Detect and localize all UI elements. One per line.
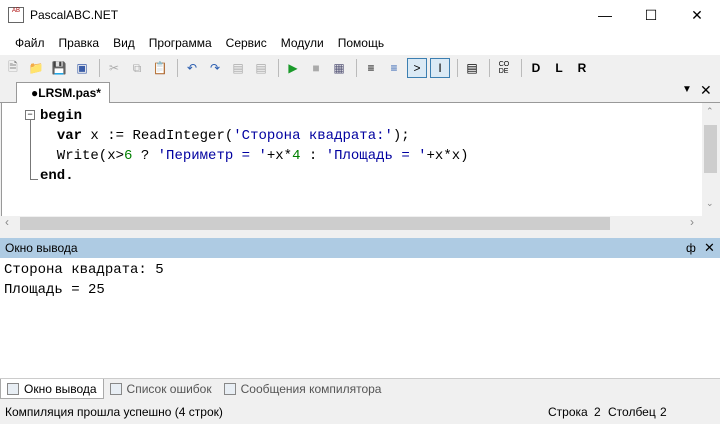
code-token: Write(x> <box>40 148 125 164</box>
compile-icon[interactable]: ▦ <box>329 58 349 78</box>
close-output-icon[interactable]: ✕ <box>704 238 715 258</box>
tab-compiler-messages[interactable]: Сообщения компилятора <box>218 379 388 399</box>
toolbar: 🗎 📁 💾 ▣ ✂ ⧉ 📋 ↶ ↷ ▤ ▤ ▶ ■ ▦ ≡ ≡ > I ▤ CO… <box>0 55 720 81</box>
status-message: Компиляция прошла успешно (4 строк) <box>5 405 223 419</box>
tab-lrsm-pas[interactable]: ●LRSM.pas* <box>16 82 110 104</box>
toolbar-separator <box>99 59 100 77</box>
col-label: Столбец <box>608 405 656 419</box>
toolbar-separator <box>457 59 458 77</box>
maximize-button[interactable]: ☐ <box>628 0 674 30</box>
doc-d-icon[interactable]: D <box>526 58 546 78</box>
open-folder-icon[interactable]: 📁 <box>26 58 46 78</box>
menu-service[interactable]: Сервис <box>219 36 274 50</box>
app-icon: AB <box>8 7 24 23</box>
code-line: var x := ReadInteger('Сторона квадрата:'… <box>40 126 410 146</box>
copy-icon[interactable]: ⧉ <box>127 58 147 78</box>
step-into-icon[interactable]: ≡ <box>361 58 381 78</box>
code-token: ); <box>392 128 410 144</box>
bottom-tabs: Окно вывода Список ошибок Сообщения комп… <box>0 378 720 399</box>
redo-icon[interactable]: ↷ <box>205 58 225 78</box>
format-icon[interactable]: ▤ <box>462 58 482 78</box>
menu-file[interactable]: Файл <box>8 36 52 50</box>
new-file-icon[interactable]: 🗎 <box>3 58 23 78</box>
title-bar: AB PascalABC.NET — ☐ ✕ <box>0 0 720 30</box>
output-window-icon <box>7 382 19 395</box>
output-panel-header: Окно вывода ф ✕ <box>0 238 720 258</box>
output-panel-title: Окно вывода <box>5 241 78 255</box>
editor-tab-strip: ●LRSM.pas* ▼ ✕ <box>0 81 720 104</box>
scroll-right-icon[interactable]: › <box>690 215 694 229</box>
code-token: 'Площадь = ' <box>325 148 427 164</box>
close-tab-icon[interactable]: ✕ <box>700 82 712 99</box>
tab-label: Сообщения компилятора <box>240 382 382 396</box>
menu-modules[interactable]: Модули <box>274 36 331 50</box>
code-icon[interactable]: CO DE <box>494 58 514 78</box>
tab-list-dropdown-icon[interactable]: ▼ <box>682 84 692 95</box>
pin-icon[interactable]: ф <box>686 238 696 258</box>
toolbar-separator <box>278 59 279 77</box>
code-token: x := ReadInteger( <box>82 128 234 144</box>
output-window-icon[interactable]: > <box>407 58 427 78</box>
code-line: end. <box>40 166 74 186</box>
scroll-up-icon[interactable]: ⌃ <box>706 106 714 117</box>
tab-label: Окно вывода <box>24 381 97 396</box>
code-token: var <box>56 128 83 144</box>
row-label: Строка <box>548 405 588 419</box>
input-window-icon[interactable]: I <box>430 58 450 78</box>
menu-edit[interactable]: Правка <box>52 36 107 50</box>
undo-icon[interactable]: ↶ <box>182 58 202 78</box>
col-value: 2 <box>660 405 667 419</box>
step-over-icon[interactable]: ≡ <box>384 58 404 78</box>
code-token: 'Сторона квадрата:' <box>233 128 393 144</box>
code-token: 'Периметр = ' <box>157 148 267 164</box>
fold-end <box>30 179 38 180</box>
close-button[interactable]: ✕ <box>674 0 720 30</box>
row-value: 2 <box>594 405 601 419</box>
fold-collapse-icon[interactable]: − <box>25 110 35 120</box>
horizontal-scroll-thumb[interactable] <box>20 217 610 230</box>
vertical-scroll-thumb[interactable] <box>704 125 717 173</box>
code-token: +x*x) <box>426 148 469 164</box>
tab-output-window[interactable]: Окно вывода <box>0 379 104 399</box>
toolbar-separator <box>489 59 490 77</box>
scroll-left-icon[interactable]: ‹ <box>5 215 9 229</box>
cut-icon[interactable]: ✂ <box>104 58 124 78</box>
window-title: PascalABC.NET <box>30 8 119 22</box>
status-bar: Компиляция прошла успешно (4 строк) Стро… <box>0 400 720 424</box>
code-line: Write(x>6 ? 'Периметр = '+x*4 : 'Площадь… <box>40 146 469 166</box>
code-line: begin <box>40 106 82 126</box>
run-icon[interactable]: ▶ <box>283 58 303 78</box>
minimize-button[interactable]: — <box>582 0 628 30</box>
error-list-icon <box>109 383 122 395</box>
toolbar-separator <box>521 59 522 77</box>
doc-r-icon[interactable]: R <box>572 58 592 78</box>
code-token: : <box>300 148 326 164</box>
code-token: begin <box>40 108 83 124</box>
save-all-icon[interactable]: ▣ <box>72 58 92 78</box>
menu-bar: Файл Правка Вид Программа Сервис Модули … <box>0 30 720 55</box>
save-icon[interactable]: 💾 <box>49 58 69 78</box>
menu-help[interactable]: Помощь <box>331 36 391 50</box>
menu-view[interactable]: Вид <box>106 36 142 50</box>
tab-label: Список ошибок <box>126 382 212 396</box>
tab-error-list[interactable]: Список ошибок <box>104 379 218 399</box>
menu-program[interactable]: Программа <box>142 36 219 50</box>
compiler-messages-icon <box>223 383 236 395</box>
code-token: ? <box>132 148 158 164</box>
output-line: Сторона квадрата: 5 <box>4 262 164 278</box>
fold-line <box>30 112 31 180</box>
stop-icon[interactable]: ■ <box>306 58 326 78</box>
forward-icon[interactable]: ▤ <box>251 58 271 78</box>
scroll-down-icon[interactable]: ⌄ <box>706 198 714 209</box>
doc-l-icon[interactable]: L <box>549 58 569 78</box>
code-token: end. <box>40 168 74 184</box>
code-token: +x* <box>266 148 293 164</box>
paste-icon[interactable]: 📋 <box>150 58 170 78</box>
back-icon[interactable]: ▤ <box>228 58 248 78</box>
toolbar-separator <box>177 59 178 77</box>
output-line: Площадь = 25 <box>4 282 105 298</box>
toolbar-separator <box>356 59 357 77</box>
output-window[interactable]: Сторона квадрата: 5 Площадь = 25 <box>0 258 720 378</box>
